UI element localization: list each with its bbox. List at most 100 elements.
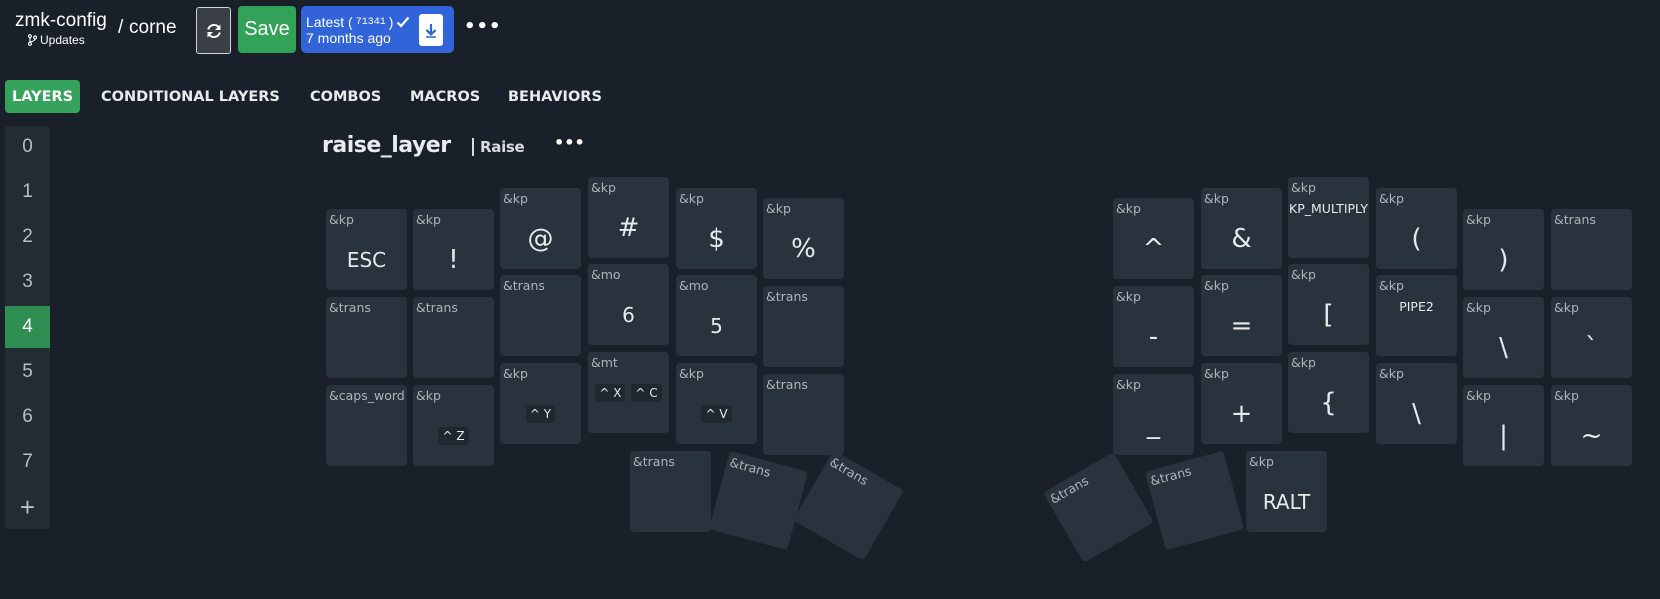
key-behavior: &kp	[416, 388, 441, 403]
key-behavior: &trans	[503, 278, 545, 293]
layer-label[interactable]: Raise	[472, 138, 525, 156]
key[interactable]: &trans	[326, 297, 407, 378]
key[interactable]: &kp RALT	[1246, 451, 1327, 532]
layer-item[interactable]: 3	[5, 261, 50, 303]
key[interactable]: &kp #	[588, 177, 669, 258]
branch-name[interactable]: Updates	[40, 33, 85, 47]
layer-item[interactable]: 1	[5, 171, 50, 213]
layer-item[interactable]: 7	[5, 441, 50, 483]
key[interactable]: &kp PIPE2	[1376, 275, 1457, 356]
tab-macros[interactable]: MACROS	[403, 80, 487, 113]
key[interactable]: &caps_word	[326, 385, 407, 466]
key-parameter: ^ X ^ C	[588, 352, 669, 433]
key[interactable]: &mt ^ X ^ C	[588, 352, 669, 433]
layer-options-icon[interactable]: •••	[554, 133, 585, 152]
key-behavior: &kp	[1291, 355, 1316, 370]
key[interactable]: &kp {	[1288, 352, 1369, 433]
key-behavior: &kp	[591, 180, 616, 195]
key[interactable]: &mo 6	[588, 264, 669, 345]
refresh-button[interactable]	[196, 7, 231, 54]
key-parameter: RALT	[1262, 489, 1311, 514]
key[interactable]: &kp ^ Z	[413, 385, 494, 466]
key-parameter: {	[1320, 387, 1337, 418]
key[interactable]: &kp -	[1113, 286, 1194, 367]
refresh-icon	[206, 23, 221, 38]
key[interactable]: &trans	[630, 451, 711, 532]
key-behavior: &kp	[1204, 191, 1229, 206]
key[interactable]: &kp =	[1201, 275, 1282, 356]
key-behavior: &mo	[679, 278, 709, 293]
key[interactable]: &kp ESC	[326, 209, 407, 290]
key[interactable]: &kp%	[763, 198, 844, 279]
commit-hash: 71341	[355, 16, 386, 28]
key-modifier-chip: ^ C	[631, 383, 662, 402]
key[interactable]: &kp &	[1201, 188, 1282, 269]
key[interactable]: &kp @	[500, 188, 581, 269]
key-parameter: #	[617, 212, 640, 243]
key[interactable]: &kp _	[1113, 374, 1194, 455]
key-parameter: (	[1411, 223, 1422, 254]
key[interactable]: &kp ^ Y	[500, 363, 581, 444]
layer-item[interactable]: 0	[5, 126, 50, 168]
key[interactable]: &kp ~	[1551, 385, 1632, 466]
layer-item-active[interactable]: 4	[5, 306, 50, 348]
key[interactable]: &trans	[708, 450, 809, 551]
key[interactable]: &trans	[1144, 450, 1245, 551]
key[interactable]: &kp)	[1463, 209, 1544, 290]
key-modifier-chip: ^ X	[595, 383, 626, 402]
key[interactable]: &trans	[413, 297, 494, 378]
key[interactable]: &kp |	[1463, 385, 1544, 466]
download-button[interactable]	[419, 14, 443, 46]
key[interactable]: &kp!	[413, 209, 494, 290]
key[interactable]: &kp KP_MULTIPLY	[1288, 177, 1369, 258]
key-behavior: &kp	[416, 212, 441, 227]
tab-combos[interactable]: COMBOS	[303, 80, 388, 113]
layer-name[interactable]: raise_layer	[322, 133, 451, 158]
key[interactable]: &trans	[1043, 452, 1154, 563]
key[interactable]: &kp +	[1201, 363, 1282, 444]
key-parameter: !	[448, 244, 459, 275]
layer-item[interactable]: 5	[5, 351, 50, 393]
key-behavior: &kp	[329, 212, 354, 227]
key-parameter: \	[1412, 398, 1421, 429]
download-file-icon	[425, 24, 437, 38]
key-behavior: &kp	[1554, 388, 1579, 403]
key[interactable]: &trans	[763, 286, 844, 367]
add-layer-button[interactable]: +	[5, 486, 50, 528]
keyboard-name[interactable]: corne	[129, 17, 177, 39]
key[interactable]: &kp ^	[1113, 198, 1194, 279]
key-behavior: &kp	[1379, 191, 1404, 206]
key[interactable]: &kp \	[1463, 297, 1544, 378]
key[interactable]: &kp ^ V	[676, 363, 757, 444]
key[interactable]: &kp \	[1376, 363, 1457, 444]
layer-item[interactable]: 6	[5, 396, 50, 438]
repository-link[interactable]: zmk-config Updates	[15, 10, 107, 47]
key[interactable]: &trans	[793, 450, 904, 561]
save-button[interactable]: Save	[238, 6, 296, 53]
latest-time: 7 months ago	[306, 30, 391, 46]
more-options-icon[interactable]: •••	[464, 16, 502, 37]
key[interactable]: &mo 5	[676, 275, 757, 356]
key-behavior: &kp	[1249, 454, 1274, 469]
key-behavior: &kp	[1116, 201, 1141, 216]
tab-conditional-layers[interactable]: CONDITIONAL LAYERS	[94, 80, 287, 113]
key[interactable]: &trans	[500, 275, 581, 356]
git-branch-icon	[27, 34, 38, 46]
key[interactable]: &trans	[763, 374, 844, 455]
app-header: zmk-config Updates / corne Save Latest (…	[0, 0, 1660, 60]
tab-behaviors[interactable]: BEHAVIORS	[501, 80, 609, 113]
key-behavior: &kp	[679, 366, 704, 381]
key-behavior: &kp	[503, 191, 528, 206]
key-behavior: &kp	[1554, 300, 1579, 315]
key[interactable]: &trans	[1551, 209, 1632, 290]
repo-name[interactable]: zmk-config	[15, 10, 107, 32]
layer-item[interactable]: 2	[5, 216, 50, 258]
latest-version-button[interactable]: Latest ( 71341 ) 7 months ago	[301, 6, 454, 53]
key[interactable]: &kp `	[1551, 297, 1632, 378]
key[interactable]: &kp [	[1288, 264, 1369, 345]
key[interactable]: &kp $	[676, 188, 757, 269]
branch-link[interactable]: Updates	[27, 33, 85, 47]
key-behavior: &kp	[1466, 300, 1491, 315]
key[interactable]: &kp (	[1376, 188, 1457, 269]
tab-layers[interactable]: LAYERS	[5, 80, 81, 113]
